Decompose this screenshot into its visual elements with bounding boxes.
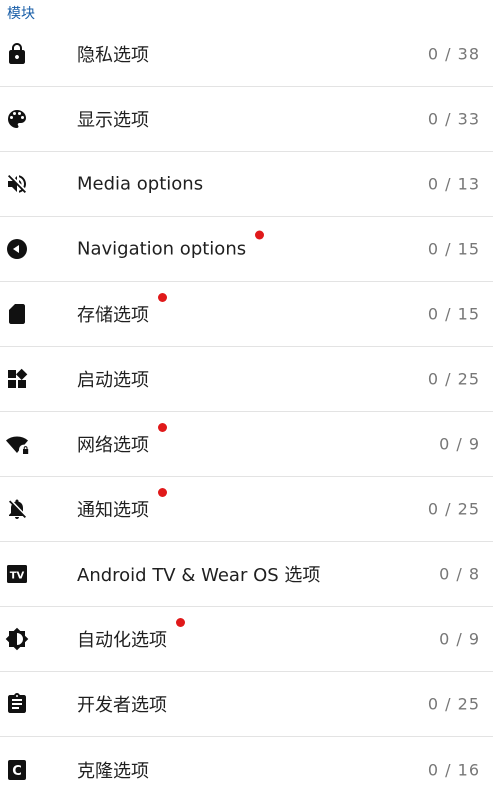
new-indicator-dot bbox=[158, 423, 167, 432]
option-count: 0 / 9 bbox=[439, 434, 480, 454]
option-count: 0 / 8 bbox=[439, 564, 480, 584]
option-count: 0 / 16 bbox=[427, 760, 480, 779]
list-item[interactable]: 存储选项 0 / 15 bbox=[0, 282, 493, 347]
list-item-label: 开发者选项 bbox=[77, 695, 167, 716]
svg-text:C: C bbox=[12, 764, 22, 779]
palette-icon bbox=[4, 106, 30, 132]
list-item-label: Media options bbox=[77, 173, 204, 195]
list-item-label: 通知选项 bbox=[77, 500, 149, 521]
option-count: 0 / 13 bbox=[427, 174, 480, 194]
sd-card-icon bbox=[4, 301, 30, 327]
option-count: 0 / 15 bbox=[427, 304, 480, 324]
module-list: 隐私选项 0 / 38 显示选项 0 / 33 Media options 0 … bbox=[0, 22, 493, 802]
list-item[interactable]: 隐私选项 0 / 38 bbox=[0, 22, 493, 87]
list-item[interactable]: Navigation options 0 / 15 bbox=[0, 217, 493, 282]
list-item-label: 启动选项 bbox=[77, 370, 149, 391]
option-count: 0 / 38 bbox=[427, 44, 480, 64]
list-item-label: 隐私选项 bbox=[77, 45, 149, 66]
list-item[interactable]: Media options 0 / 13 bbox=[0, 152, 493, 217]
list-item-label: 克隆选项 bbox=[77, 760, 149, 782]
list-item[interactable]: 网络选项 0 / 9 bbox=[0, 412, 493, 477]
section-title: 模块 bbox=[7, 6, 35, 22]
list-item[interactable]: 自动化选项 0 / 9 bbox=[0, 607, 493, 672]
new-indicator-dot bbox=[158, 293, 167, 302]
lock-icon bbox=[4, 41, 30, 67]
option-count: 0 / 9 bbox=[439, 629, 480, 649]
new-indicator-dot bbox=[176, 618, 185, 627]
option-count: 0 / 15 bbox=[427, 239, 480, 259]
option-count: 0 / 33 bbox=[427, 109, 480, 129]
notifications-off-icon bbox=[4, 496, 30, 522]
list-item-label: 显示选项 bbox=[77, 110, 149, 131]
svg-text:TV: TV bbox=[10, 571, 25, 582]
brightness-auto-icon bbox=[4, 626, 30, 652]
option-count: 0 / 25 bbox=[427, 369, 480, 389]
list-item-label: 存储选项 bbox=[77, 305, 149, 326]
back-arrow-circle-icon bbox=[4, 236, 30, 262]
tv-icon: TV bbox=[4, 561, 30, 587]
list-item-label: Android TV & Wear OS 选项 bbox=[77, 565, 321, 586]
wifi-lock-icon bbox=[4, 431, 30, 457]
option-count: 0 / 25 bbox=[427, 499, 480, 519]
list-item[interactable]: TV Android TV & Wear OS 选项 0 / 8 bbox=[0, 542, 493, 607]
list-item[interactable]: 开发者选项 0 / 25 bbox=[0, 672, 493, 737]
list-item[interactable]: 通知选项 0 / 25 bbox=[0, 477, 493, 542]
list-item-label: 自动化选项 bbox=[77, 630, 167, 651]
widgets-icon bbox=[4, 366, 30, 392]
list-item[interactable]: 显示选项 0 / 33 bbox=[0, 87, 493, 152]
volume-off-icon bbox=[4, 171, 30, 197]
clipboard-icon bbox=[4, 691, 30, 717]
clone-c-icon: C bbox=[4, 757, 30, 783]
list-item[interactable]: C 克隆选项 0 / 16 bbox=[0, 737, 493, 802]
new-indicator-dot bbox=[255, 230, 265, 240]
option-count: 0 / 25 bbox=[427, 694, 480, 714]
list-item-label: Navigation options bbox=[77, 238, 247, 260]
new-indicator-dot bbox=[158, 488, 167, 497]
list-item-label: 网络选项 bbox=[77, 435, 149, 456]
list-item[interactable]: 启动选项 0 / 25 bbox=[0, 347, 493, 412]
